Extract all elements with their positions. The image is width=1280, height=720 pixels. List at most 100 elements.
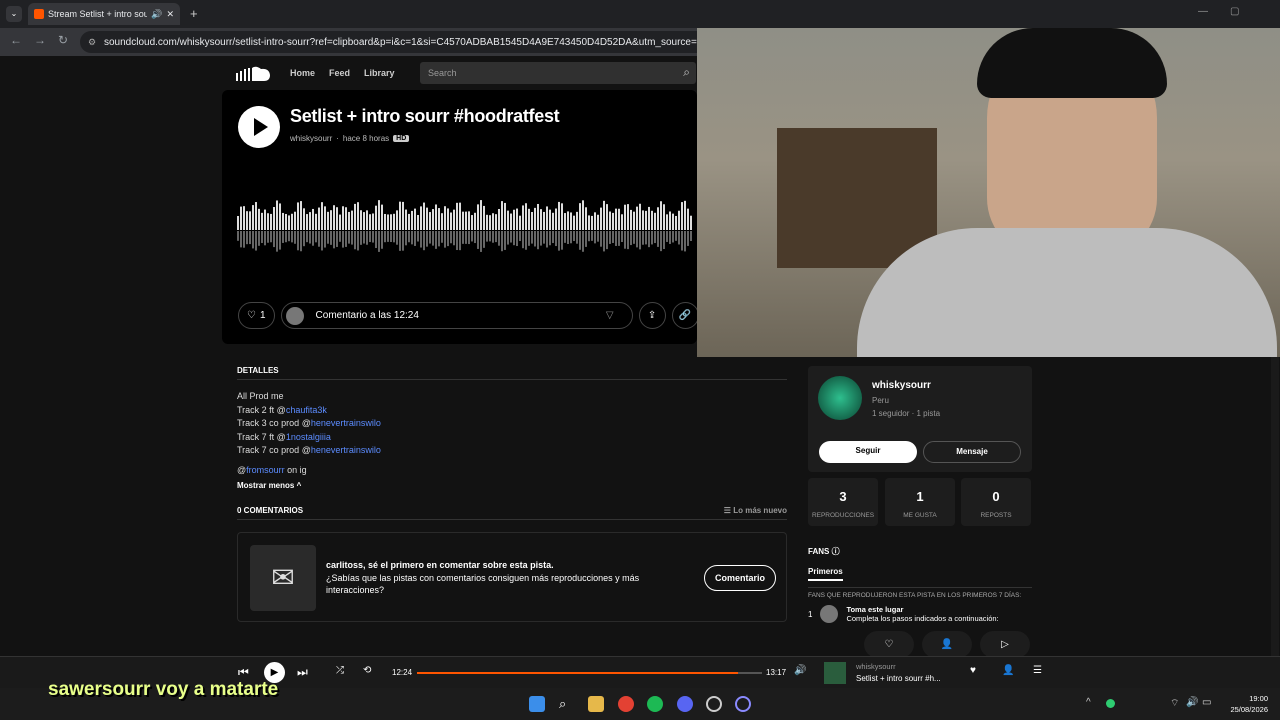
nav-library[interactable]: Library [364, 68, 395, 78]
comment-input[interactable]: Comentario a las 12:24 ▽ [280, 302, 633, 329]
battery-icon[interactable]: ▭ [1202, 697, 1211, 708]
waveform-reflection [372, 231, 374, 243]
copy-link-button[interactable]: 🔗 [671, 302, 699, 329]
waveform-bar [669, 211, 671, 230]
new-tab-icon[interactable]: + [190, 6, 198, 21]
waveform-bar [384, 213, 386, 230]
wifi-icon[interactable]: ⌔ [1170, 697, 1179, 710]
mention-link[interactable]: chaufita3k [286, 405, 327, 415]
play-button[interactable] [238, 106, 280, 148]
waveform-bar [387, 214, 389, 230]
waveform-bar [531, 212, 533, 230]
obs-icon[interactable] [706, 696, 722, 712]
maximize-icon[interactable]: ▢ [1230, 6, 1239, 17]
comment-button[interactable]: Comentario [703, 565, 776, 591]
waveform[interactable] [237, 180, 697, 270]
waveform-reflection [555, 231, 557, 247]
show-less-button[interactable]: Mostrar menos ^ [237, 481, 787, 490]
share-button[interactable]: ⇪ [638, 302, 666, 329]
reload-icon[interactable]: ↻ [58, 33, 68, 47]
waveform-bar [345, 207, 347, 230]
send-icon[interactable]: ▽ [606, 310, 614, 321]
waveform-reflection [354, 231, 356, 250]
nav-feed[interactable]: Feed [329, 68, 350, 78]
site-info-icon[interactable]: ⚙ [88, 37, 96, 48]
fans-header: FANS ⓘ [808, 547, 840, 556]
waveform-bar [579, 203, 581, 230]
waveform-reflection [249, 231, 251, 245]
progress-bar[interactable] [417, 672, 762, 674]
waveform-bar [324, 206, 326, 230]
volume-icon[interactable]: 🔊 [794, 665, 806, 676]
waveform-bar [561, 203, 563, 230]
discord-icon[interactable] [677, 696, 693, 712]
repeat-icon[interactable]: ⟲ [363, 665, 371, 676]
waveform-bar [576, 211, 578, 230]
app-icon[interactable] [735, 696, 751, 712]
sort-button[interactable]: ☰ Lo más nuevo [724, 506, 787, 515]
avatar [285, 306, 304, 325]
waveform-bar [630, 209, 632, 230]
soundcloud-logo-icon[interactable] [236, 65, 272, 81]
player-artist[interactable]: whiskysourr [856, 662, 896, 671]
browser-tab[interactable]: Stream Setlist + intro sourr 🔊 ✕ [28, 3, 180, 25]
waveform-bar [495, 214, 497, 230]
nav-home[interactable]: Home [290, 68, 315, 78]
tab-search-icon[interactable]: ⌄ [6, 6, 22, 22]
waveform-reflection [495, 231, 497, 243]
search-icon[interactable]: ⌕ [559, 696, 575, 712]
chrome-icon[interactable] [618, 696, 634, 712]
clock-date[interactable]: 25/08/2026 [1222, 705, 1268, 714]
follow-user-icon[interactable]: 👤 [922, 631, 972, 658]
waveform-bar [645, 210, 647, 230]
follow-icon[interactable]: 👤 [1002, 665, 1014, 676]
tray-status-icon[interactable] [1106, 699, 1115, 708]
mention-link[interactable]: henevertrainswilo [311, 418, 381, 428]
message-button[interactable]: Mensaje [923, 441, 1021, 463]
queue-icon[interactable]: ☰ [1033, 665, 1042, 676]
previous-icon[interactable]: ⏮ [238, 665, 249, 680]
mention-link[interactable]: henevertrainswilo [311, 445, 381, 455]
player-title[interactable]: Setlist + intro sourr #h... [856, 674, 941, 683]
spotify-icon[interactable] [647, 696, 663, 712]
windows-start-icon[interactable] [529, 696, 545, 712]
waveform-bar [510, 213, 512, 230]
waveform-bar [303, 208, 305, 230]
user-avatar[interactable] [818, 376, 862, 420]
close-tab-icon[interactable]: ✕ [166, 9, 174, 20]
shuffle-icon[interactable]: ⤮ [336, 665, 344, 676]
user-name[interactable]: whiskysourr [872, 380, 931, 391]
waveform-reflection [273, 231, 275, 248]
ig-link[interactable]: fromsourr [246, 465, 285, 475]
waveform-bar [315, 213, 317, 230]
file-explorer-icon[interactable] [588, 696, 604, 712]
waveform-reflection [345, 231, 347, 247]
tab-primeros[interactable]: Primeros [808, 567, 843, 581]
artist-link[interactable]: whiskysourr [290, 134, 332, 143]
page-scrollbar[interactable] [1271, 356, 1279, 656]
speaker-icon[interactable]: 🔊 [1186, 697, 1198, 708]
heart-icon[interactable]: ♡ [864, 631, 914, 658]
details-line: Track 7 ft @1nostalgiiia [237, 431, 331, 442]
forward-icon[interactable]: → [34, 33, 46, 47]
like-button[interactable]: ♡ 1 [238, 302, 275, 329]
tray-chevron-icon[interactable]: ^ [1086, 697, 1091, 708]
waveform-reflection [492, 231, 494, 243]
waveform-reflection [396, 231, 398, 245]
mention-link[interactable]: 1nostalgiiia [286, 432, 331, 442]
next-icon[interactable]: ⏭ [297, 665, 308, 680]
like-icon[interactable]: ♥ [970, 665, 976, 676]
search-icon[interactable]: ⌕ [683, 65, 690, 80]
search-input[interactable]: Search ⌕ [420, 62, 696, 84]
waveform-bar [411, 210, 413, 230]
waveform-bar [522, 205, 524, 230]
play-icon[interactable]: ▷ [980, 631, 1030, 658]
speaker-icon[interactable]: 🔊 [151, 9, 162, 20]
clock-time[interactable]: 19:00 [1226, 694, 1268, 703]
back-icon[interactable]: ← [10, 33, 22, 47]
follow-button[interactable]: Seguir [819, 441, 917, 463]
upload-time: hace 8 horas [342, 134, 390, 143]
waveform-bar [609, 211, 611, 230]
minimize-icon[interactable]: — [1198, 6, 1208, 17]
track-thumbnail[interactable] [824, 662, 846, 684]
